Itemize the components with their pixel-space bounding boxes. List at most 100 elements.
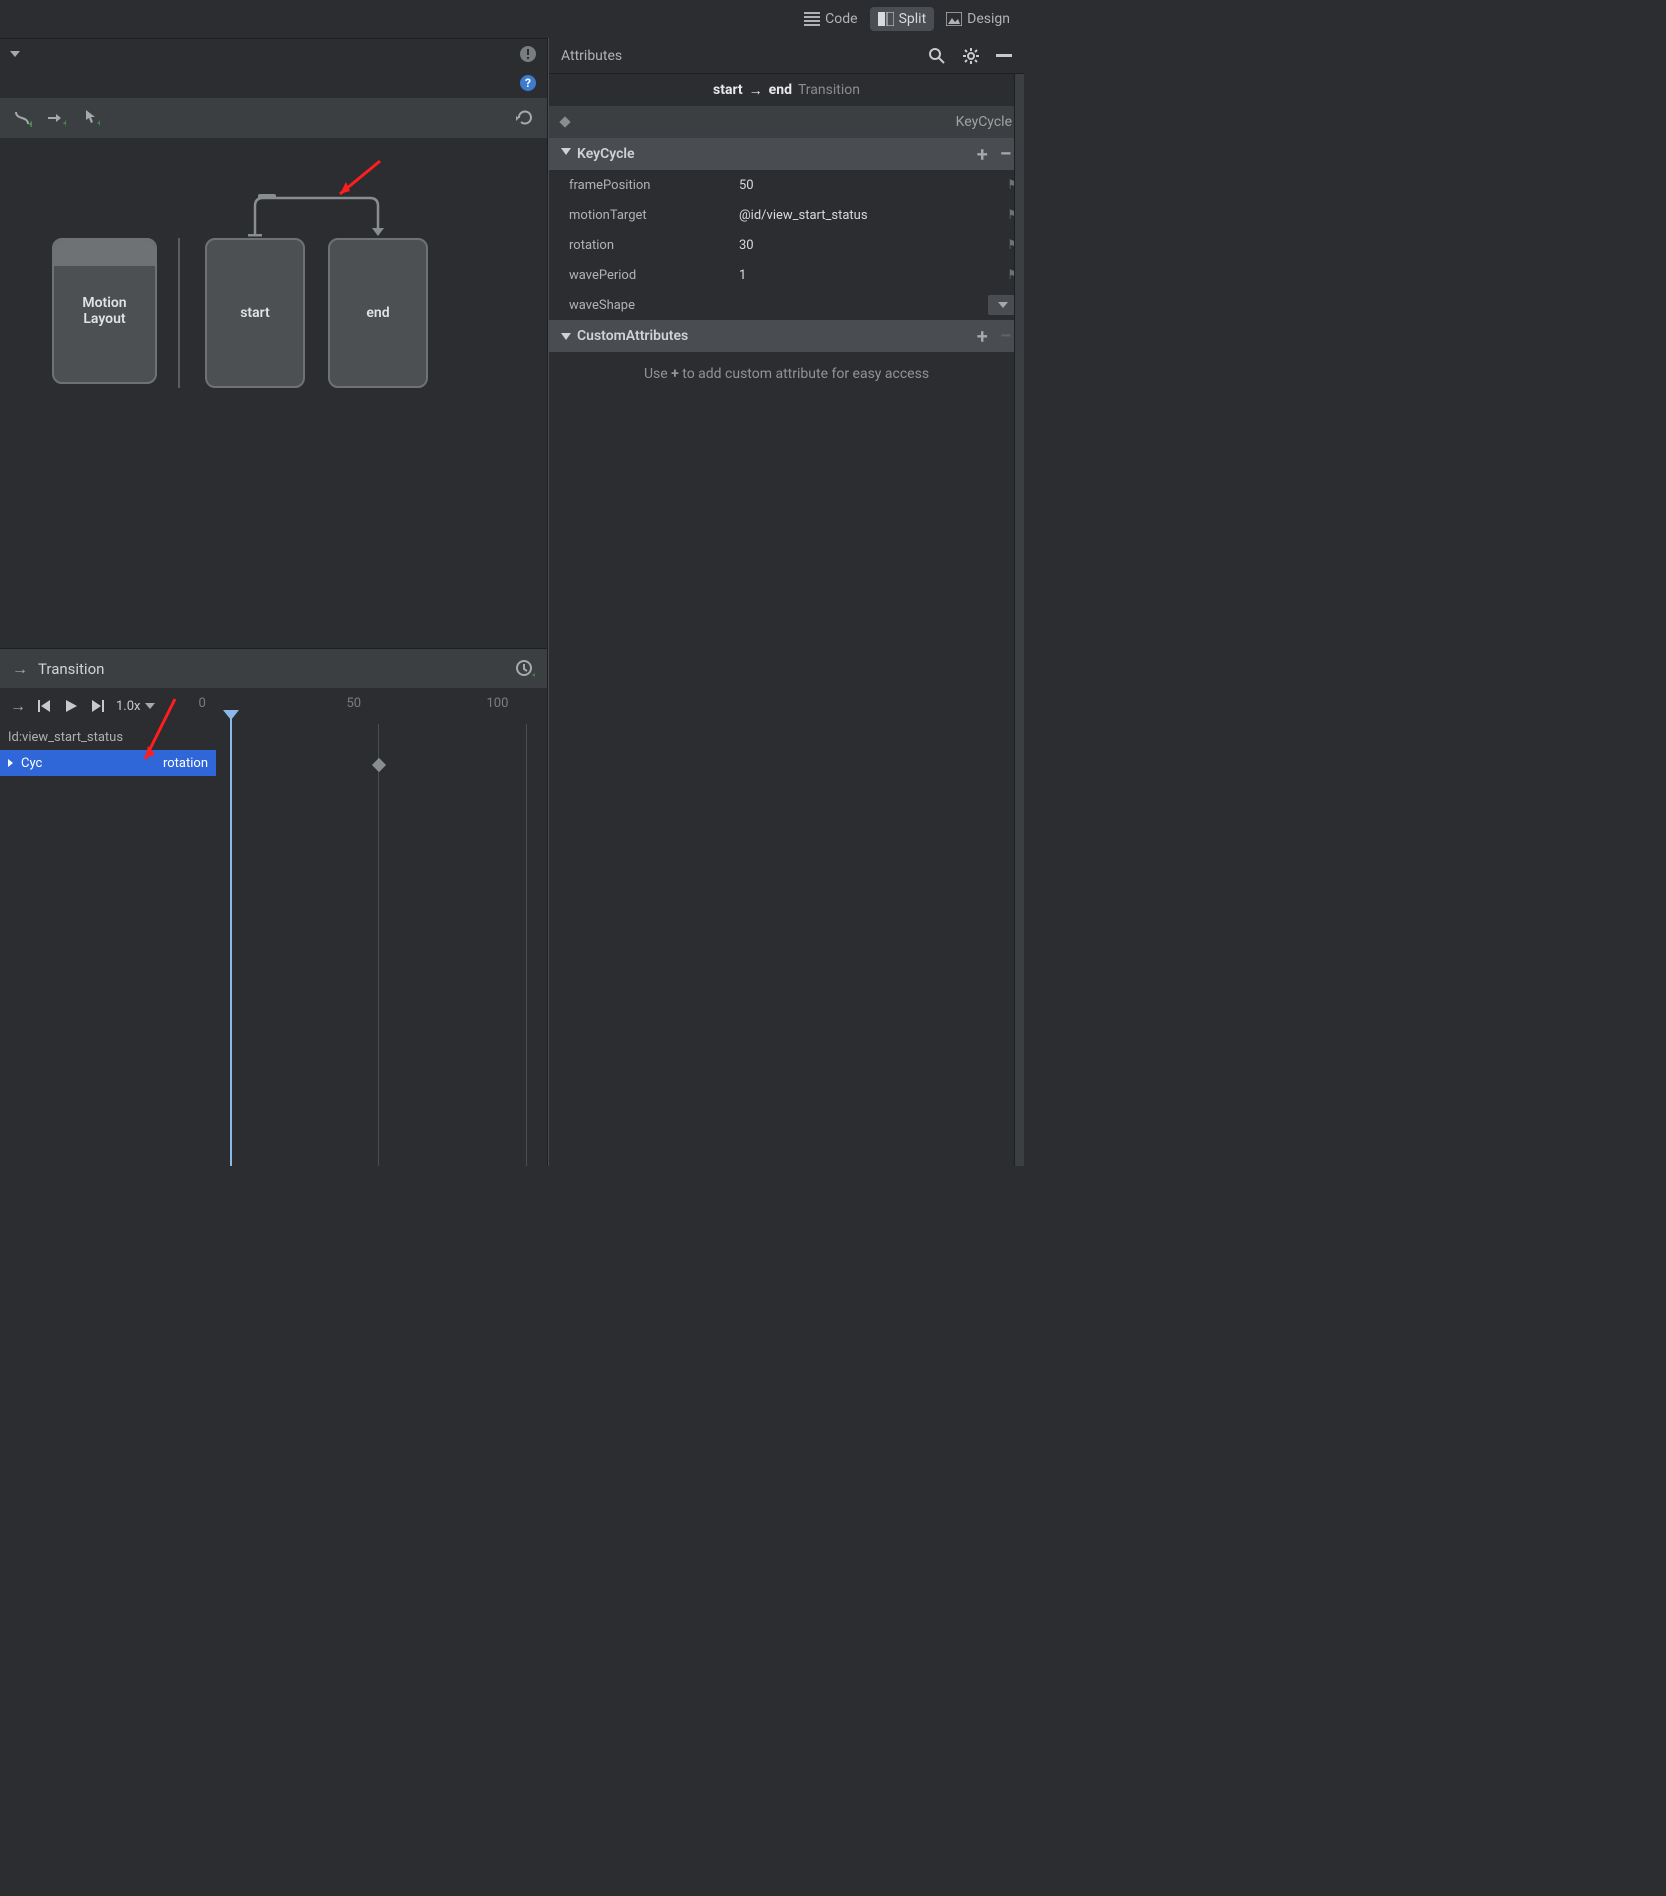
svg-text:?: ? — [525, 76, 531, 90]
customattributes-section-header[interactable]: CustomAttributes + − — [549, 320, 1024, 352]
prop-value[interactable]: 30 — [739, 238, 1002, 253]
gear-icon[interactable] — [962, 47, 980, 65]
prop-key: framePosition — [549, 178, 739, 193]
keyframe-marker[interactable] — [372, 758, 386, 772]
constraintset-end[interactable]: end — [328, 238, 428, 388]
attributes-title: Attributes — [561, 48, 622, 64]
top-mode-bar: Code Split Design — [0, 0, 1024, 38]
tick-0: 0 — [199, 696, 206, 711]
add-prop-icon[interactable]: + — [977, 142, 988, 167]
remove-prop-icon[interactable]: − — [1000, 142, 1012, 167]
prop-key: rotation — [549, 238, 739, 253]
motion-toolbar: + + + — [0, 98, 547, 138]
minimize-icon[interactable] — [996, 54, 1012, 58]
motion-editor-panel: ? + + + Motion Layout start end — [0, 38, 548, 1166]
split-icon — [878, 12, 894, 26]
keycycle-type-row: KeyCycle — [549, 106, 1024, 138]
custom-attr-hint: Use + to add custom attribute for easy a… — [549, 352, 1024, 396]
svg-text:+: + — [532, 668, 535, 679]
code-mode-label: Code — [825, 11, 857, 27]
diamond-icon — [559, 116, 570, 127]
list-icon — [804, 12, 820, 26]
direction-icon[interactable]: → — [10, 696, 26, 716]
transition-arrow-icon: → — [12, 659, 28, 679]
prop-key: waveShape — [549, 298, 739, 313]
editor-sub-bar-2: ? — [0, 68, 547, 98]
search-icon[interactable] — [928, 47, 946, 65]
svg-text:+: + — [28, 118, 32, 128]
transition-breadcrumb: start → end Transition — [549, 74, 1024, 106]
cycle-icon[interactable] — [515, 108, 535, 128]
play-icon[interactable] — [64, 699, 78, 713]
playhead[interactable] — [230, 716, 232, 1166]
bc-from: start — [713, 82, 743, 98]
code-mode-button[interactable]: Code — [796, 7, 865, 31]
svg-text:+: + — [63, 117, 66, 128]
prop-value[interactable]: 1 — [739, 268, 1002, 283]
constraintset-start[interactable]: start — [205, 238, 305, 388]
motion-layout-label: Motion Layout — [82, 295, 126, 327]
add-transition-icon[interactable]: + — [46, 108, 66, 128]
start-label: start — [240, 305, 270, 321]
image-icon — [946, 12, 962, 26]
tick-100: 100 — [487, 696, 509, 711]
separator-line — [178, 238, 180, 388]
expand-icon[interactable] — [8, 759, 13, 767]
add-click-icon[interactable]: + — [80, 108, 100, 128]
keycycle-section-header[interactable]: KeyCycle + − — [549, 138, 1024, 170]
skip-end-icon[interactable] — [90, 699, 104, 713]
design-mode-button[interactable]: Design — [938, 7, 1018, 31]
hint-plus: + — [671, 366, 679, 382]
prop-waveshape[interactable]: waveShape — [549, 290, 1024, 320]
timeline[interactable]: Id:view_start_status Cyc rotation — [0, 724, 547, 1166]
prop-rotation[interactable]: rotation 30 ⚑ — [549, 230, 1024, 260]
attributes-panel: Attributes start → end Transition KeyCyc… — [548, 38, 1024, 1166]
right-gutter — [1014, 74, 1024, 1166]
design-mode-label: Design — [967, 11, 1010, 27]
prop-motiontarget[interactable]: motionTarget @id/view_start_status ⚑ — [549, 200, 1024, 230]
prop-key: wavePeriod — [549, 268, 739, 283]
annotation-arrow-2 — [135, 694, 185, 774]
dropdown-icon[interactable] — [10, 51, 20, 57]
warning-icon[interactable] — [519, 45, 537, 63]
chevron-down-icon — [998, 302, 1008, 308]
tick-50: 50 — [347, 696, 362, 711]
gridline-50 — [378, 724, 379, 1166]
editor-sub-bar — [0, 38, 547, 68]
remove-custom-icon[interactable]: − — [1000, 324, 1012, 349]
gridline-100 — [526, 724, 527, 1166]
add-constraintset-icon[interactable]: + — [12, 108, 32, 128]
hint-pre: Use — [644, 366, 671, 382]
cyc-label: Cyc — [21, 756, 42, 771]
keycycle-type-label: KeyCycle — [956, 114, 1012, 130]
bc-to: end — [769, 82, 792, 98]
prop-frameposition[interactable]: framePosition 50 ⚑ — [549, 170, 1024, 200]
prop-waveperiod[interactable]: wavePeriod 1 ⚑ — [549, 260, 1024, 290]
motion-layout-box[interactable]: Motion Layout — [52, 238, 157, 384]
attributes-header: Attributes — [549, 38, 1024, 74]
collapse-icon[interactable] — [561, 333, 571, 340]
bc-kind: Transition — [798, 82, 860, 98]
svg-text:+: + — [97, 117, 100, 128]
end-label: end — [366, 305, 389, 321]
help-icon[interactable]: ? — [519, 74, 537, 92]
timeline-grid[interactable] — [216, 724, 547, 1166]
split-mode-button[interactable]: Split — [870, 7, 935, 31]
transition-panel-header: → Transition + — [0, 648, 547, 688]
prop-key: motionTarget — [549, 208, 739, 223]
annotation-arrow-1 — [330, 156, 390, 206]
prop-value[interactable]: 50 — [739, 178, 1002, 193]
playback-bar: → 1.0x 0 50 100 — [0, 688, 547, 724]
collapse-icon[interactable] — [561, 148, 571, 160]
customattributes-label: CustomAttributes — [577, 328, 688, 344]
keycycle-section-label: KeyCycle — [577, 146, 635, 162]
motion-layout-header — [54, 240, 155, 266]
bc-arrow-icon: → — [749, 82, 763, 99]
add-custom-icon[interactable]: + — [977, 324, 988, 349]
add-keyframe-icon[interactable]: + — [515, 659, 535, 679]
prop-value[interactable]: @id/view_start_status — [739, 208, 1002, 223]
motion-canvas[interactable]: Motion Layout start end — [0, 138, 547, 648]
timeline-id-label: Id:view_start_status — [8, 730, 123, 745]
hint-post: to add custom attribute for easy access — [679, 366, 929, 382]
skip-start-icon[interactable] — [38, 699, 52, 713]
